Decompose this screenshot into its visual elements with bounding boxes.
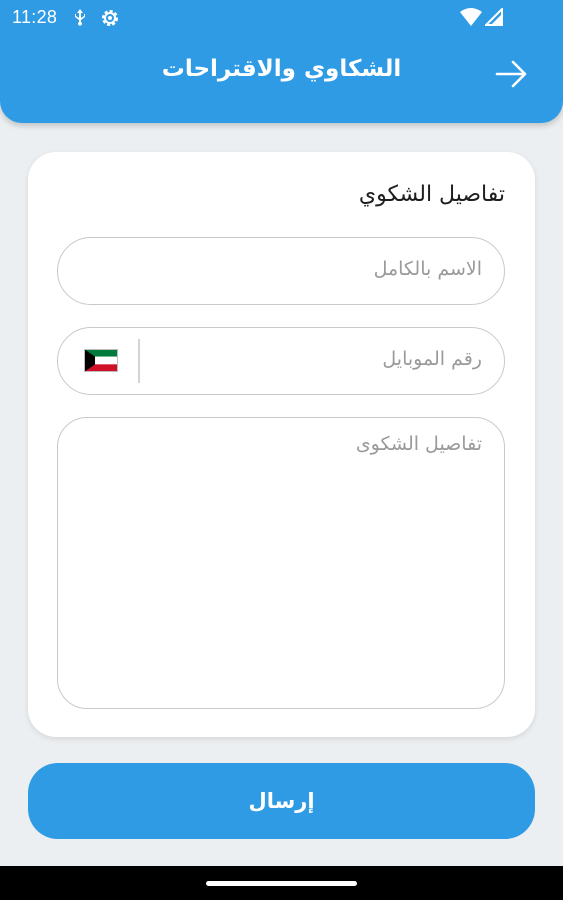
complaint-form-card: تفاصيل الشكوي الاسم بالكامل رقم الموبايل… — [28, 152, 535, 737]
full-name-input[interactable]: الاسم بالكامل — [57, 237, 505, 305]
app-header: 11:28 الشكاوي والاقتراحات — [0, 0, 563, 123]
complaint-details-placeholder: تفاصيل الشكوى — [355, 433, 482, 455]
country-code-divider — [138, 339, 140, 383]
complaint-details-textarea[interactable]: تفاصيل الشكوى — [57, 417, 505, 709]
submit-button[interactable]: إرسال — [28, 763, 535, 839]
form-title: تفاصيل الشكوي — [358, 182, 505, 207]
mobile-number-placeholder: رقم الموبايل — [382, 348, 482, 370]
full-name-placeholder: الاسم بالكامل — [373, 258, 482, 280]
status-time: 11:28 — [12, 7, 58, 27]
kuwait-flag-icon[interactable] — [84, 349, 118, 372]
mobile-number-input[interactable]: رقم الموبايل — [57, 327, 505, 395]
system-navigation-bar — [0, 866, 563, 900]
settings-gear-icon — [102, 10, 118, 26]
page-title: الشكاوي والاقتراحات — [161, 56, 402, 82]
wifi-icon — [460, 8, 482, 26]
home-indicator[interactable] — [206, 881, 357, 886]
arrow-right-icon[interactable] — [494, 58, 530, 90]
status-bar: 11:28 — [0, 0, 563, 36]
signal-icon — [485, 8, 503, 26]
usb-icon — [75, 9, 85, 26]
